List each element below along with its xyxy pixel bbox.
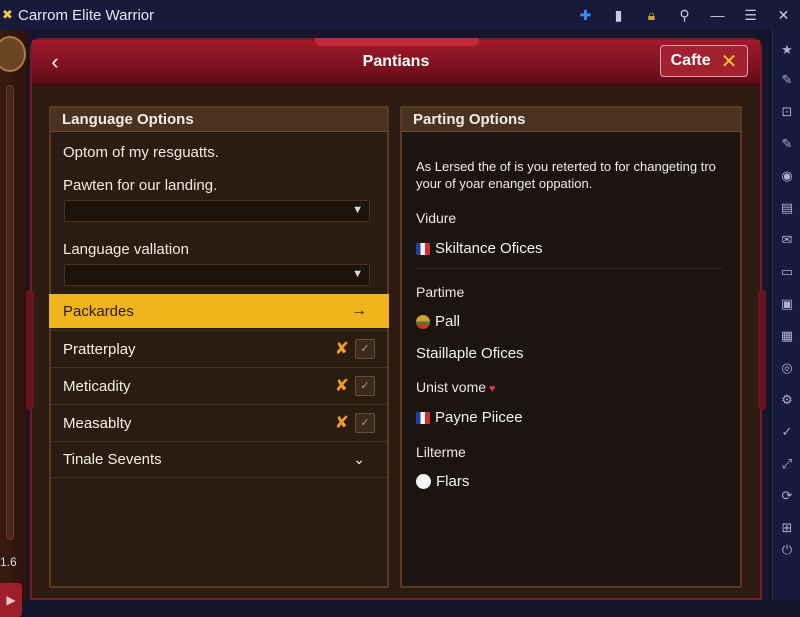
search-icon[interactable]: ⚲ <box>668 7 701 24</box>
partime-label: Partime <box>416 284 465 300</box>
option-payne-piicee[interactable]: Payne Piicee <box>416 409 523 426</box>
settings-icon[interactable]: ⚙ <box>773 392 800 408</box>
close-button-label: Cafte <box>670 52 711 69</box>
close-icon[interactable]: ✕ <box>767 7 800 24</box>
heart-icon: ♥ <box>489 383 496 395</box>
option-row-packardes[interactable]: Packardes → <box>49 294 389 328</box>
flag-icon <box>416 242 430 255</box>
menu-icon[interactable]: ☰ <box>734 7 767 24</box>
resize-icon[interactable]: ⤢ <box>773 456 800 472</box>
close-x-icon: ✕ <box>720 50 738 73</box>
right-side-ornament <box>758 290 766 410</box>
star-icon[interactable]: ★ <box>773 42 800 58</box>
dialog-title: Pantians <box>362 53 430 70</box>
divider <box>416 268 722 269</box>
option-row-meticadity[interactable]: Meticadity ✘ ✓ <box>51 367 387 404</box>
option-label: Skiltance Ofices <box>435 240 543 257</box>
rotate-icon[interactable]: ⟳ <box>773 488 800 504</box>
left-side-ornament <box>26 290 34 410</box>
unist-vome-label: Unist vome ♥ <box>416 379 496 395</box>
title-bar: ✖ Carrom Elite Warrior ✚ ▮ 🔒︎ ⚲ — ☰ ✕ <box>0 0 800 30</box>
language-options-heading: Language Options <box>51 108 387 132</box>
option-row-measablty[interactable]: Measablty ✘ ✓ <box>51 404 387 441</box>
checkbox[interactable]: ✓ <box>355 413 375 433</box>
close-dialog-button[interactable]: Cafte ✕ <box>660 45 748 77</box>
check-icon[interactable]: ✓ <box>773 424 800 440</box>
language-line-1: Optom of my resguatts. <box>63 144 219 161</box>
chevron-down-icon: ▼ <box>352 268 363 280</box>
option-skiltance-ofices[interactable]: Skiltance Ofices <box>416 240 543 257</box>
play-icon[interactable]: ▶ <box>0 583 22 617</box>
vidure-label: Vidure <box>416 210 457 226</box>
arrow-right-icon: → <box>351 302 367 319</box>
left-scroll-bar[interactable] <box>6 85 14 540</box>
camera-icon[interactable]: ◉ <box>773 168 800 184</box>
option-row-label: Meticadity <box>63 377 131 395</box>
parting-description: As Lersed the of is you reterted to for … <box>416 159 716 191</box>
puzzle-icon[interactable]: ✚ <box>569 7 602 24</box>
option-pall[interactable]: Pall <box>416 313 460 330</box>
cross-icon[interactable]: ✘ <box>335 339 349 359</box>
option-label: Pall <box>435 313 461 330</box>
left-value: 1.6 <box>0 555 17 569</box>
option-row-tinale-sevents[interactable]: Tinale Sevents ⌄ <box>51 441 387 478</box>
option-staillaple-ofices[interactable]: Staillaple Ofices <box>416 345 524 362</box>
keyboard-icon[interactable]: ▤ <box>773 200 800 216</box>
circle-icon <box>416 474 431 489</box>
right-toolbar: ★ ✎ ⊡ ✎ ◉ ▤ ✉ ▭ ▣ ▦ ◎ ⚙ ✓ ⤢ ⟳ ⊞ ⏻ <box>772 30 800 600</box>
unist-vome-text: Unist vome <box>416 379 487 395</box>
cross-icon[interactable]: ✘ <box>335 376 349 396</box>
mail-icon[interactable]: ✉ <box>773 232 800 248</box>
screen-icon[interactable]: ▭ <box>773 264 800 280</box>
flag-icon <box>416 411 430 424</box>
chevron-down-icon: ▼ <box>352 204 363 216</box>
pen-icon[interactable]: ✎ <box>773 72 800 88</box>
options-dialog: ‹ Pantians Cafte ✕ Language Options Opto… <box>26 38 766 600</box>
language-validation-label: Language vallation <box>63 241 189 258</box>
parting-options-heading: Parting Options <box>402 108 740 132</box>
option-row-label: Packardes <box>63 302 134 320</box>
option-row-label: Tinale Sevents <box>63 451 162 468</box>
language-line-2: Pawten for our landing. <box>63 177 218 194</box>
cross-icon[interactable]: ✘ <box>335 413 349 433</box>
left-strip: 1.6 ▶ <box>0 30 28 617</box>
ball-icon <box>416 314 430 329</box>
edit-icon[interactable]: ✎ <box>773 136 800 152</box>
checkbox[interactable]: ✓ <box>355 339 375 359</box>
dialog-header: ‹ Pantians Cafte ✕ <box>32 38 760 86</box>
language-options-panel: Language Options Optom of my resguatts. … <box>49 106 389 588</box>
option-label: Flars <box>436 473 470 490</box>
checkbox[interactable]: ✓ <box>355 376 375 396</box>
parting-options-panel: Parting Options As Lersed the of is you … <box>400 106 742 588</box>
file-icon[interactable]: ▮ <box>602 7 635 24</box>
language-validation-select[interactable]: ▼ <box>64 264 370 286</box>
lilterme-label: Lilterme <box>416 444 466 460</box>
option-row-label: Pratterplay <box>63 340 136 358</box>
window-title: Carrom Elite Warrior <box>18 6 155 24</box>
record-icon[interactable]: ◎ <box>773 360 800 376</box>
app-logo-icon: ✖ <box>2 7 13 22</box>
layers-icon[interactable]: ▦ <box>773 328 800 344</box>
option-label: Staillaple Ofices <box>416 345 524 362</box>
landing-select[interactable]: ▼ <box>64 200 370 222</box>
header-notch <box>315 38 479 46</box>
option-row-pratterplay[interactable]: Pratterplay ✘ ✓ <box>51 330 387 367</box>
option-row-label: Measablty <box>63 414 132 432</box>
lock-icon[interactable]: 🔒︎ <box>635 7 668 24</box>
folder-icon[interactable]: ▣ <box>773 296 800 312</box>
lock-icon[interactable]: ⊡ <box>773 104 800 120</box>
minimize-icon[interactable]: — <box>701 7 734 23</box>
power-icon[interactable]: ⏻ <box>773 542 800 558</box>
chevron-down-icon: ⌄ <box>353 451 365 467</box>
option-label: Payne Piicee <box>435 409 523 426</box>
title-bar-icons: ✚ ▮ 🔒︎ ⚲ — ☰ ✕ <box>569 0 800 30</box>
gamepad-icon[interactable]: ⊞ <box>773 520 800 536</box>
coin-icon[interactable] <box>0 36 26 72</box>
option-flars[interactable]: Flars <box>416 473 469 490</box>
